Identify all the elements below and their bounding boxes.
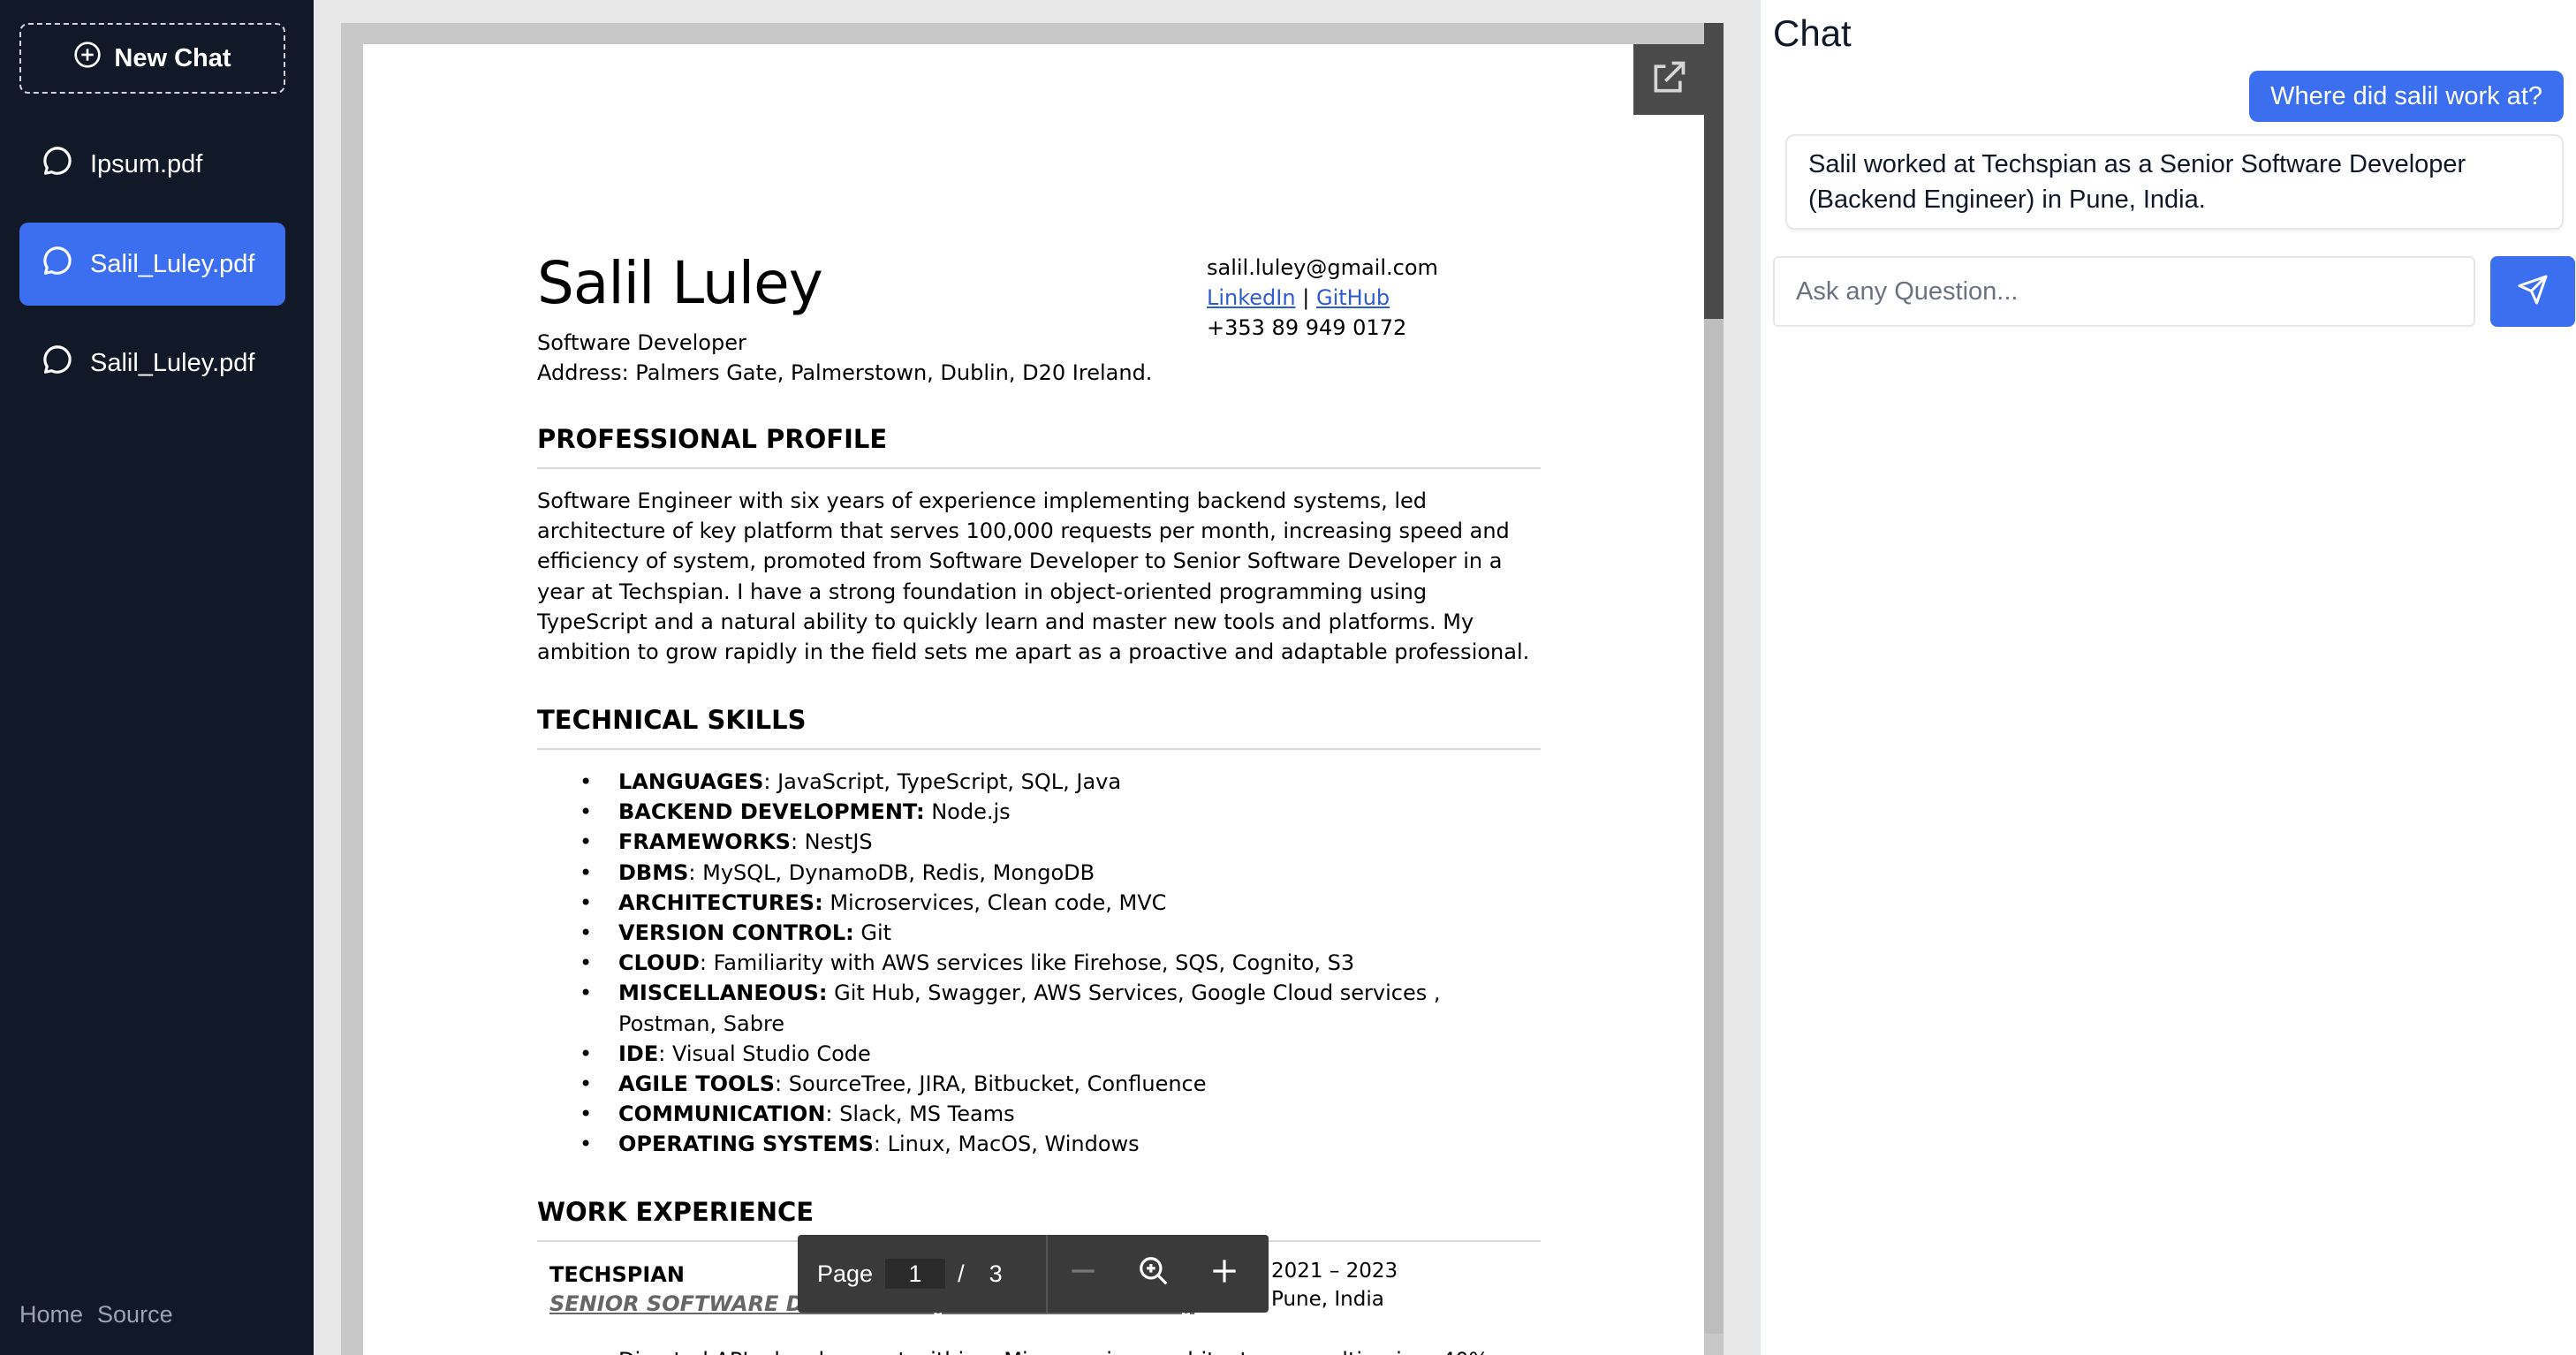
skill-item: AGILE TOOLS: SourceTree, JIRA, Bitbucket… bbox=[537, 1069, 1541, 1099]
linkedin-link[interactable]: LinkedIn bbox=[1207, 285, 1296, 310]
resume-phone: +353 89 949 0172 bbox=[1207, 315, 1407, 340]
user-message: Where did salil work at? bbox=[2249, 71, 2564, 122]
zoom-icon bbox=[1137, 1254, 1171, 1294]
chat-title: Chat bbox=[1773, 12, 1852, 54]
assistant-message: Salil worked at Techspian as a Senior So… bbox=[1785, 134, 2564, 230]
zoom-out-icon bbox=[1066, 1254, 1100, 1294]
skills-list: LANGUAGES: JavaScript, TypeScript, SQL, … bbox=[537, 767, 1541, 1160]
new-chat-button[interactable]: New Chat bbox=[19, 23, 285, 94]
send-button[interactable] bbox=[2490, 256, 2575, 327]
sidebar-item-salil-luley-pdf-active[interactable]: Salil_Luley.pdf bbox=[19, 223, 285, 306]
chat-bubble-icon bbox=[41, 244, 74, 284]
send-icon bbox=[2517, 274, 2549, 310]
new-chat-label: New Chat bbox=[114, 43, 231, 72]
zoom-in-button[interactable] bbox=[1189, 1235, 1260, 1313]
panel-divider[interactable] bbox=[1754, 0, 1761, 1355]
skill-item: FRAMEWORKS: NestJS bbox=[537, 827, 1541, 857]
job-dates: 2021 – 2023 bbox=[1271, 1260, 1398, 1283]
job-bullet: Directed APIs development within a Micro… bbox=[537, 1348, 1541, 1355]
zoom-button[interactable] bbox=[1118, 1235, 1189, 1313]
skill-item: COMMUNICATION: Slack, MS Teams bbox=[537, 1099, 1541, 1129]
chat-panel: Chat Where did salil work at? Salil work… bbox=[1761, 0, 2576, 1355]
profile-heading: PROFESSIONAL PROFILE bbox=[537, 424, 888, 454]
resume-email: salil.luley@gmail.com bbox=[1207, 255, 1438, 280]
link-separator: | bbox=[1302, 285, 1310, 310]
skill-item: VERSION CONTROL: Git bbox=[537, 918, 1541, 948]
zoom-in-icon bbox=[1208, 1254, 1241, 1294]
pdf-scrollbar-thumb[interactable] bbox=[1704, 23, 1724, 319]
skill-item: IDE: Visual Studio Code bbox=[537, 1039, 1541, 1069]
skill-item: BACKEND DEVELOPMENT: Node.js bbox=[537, 797, 1541, 827]
skill-item: ARCHITECTURES: Microservices, Clean code… bbox=[537, 888, 1541, 918]
question-input[interactable] bbox=[1773, 256, 2475, 327]
external-link-icon bbox=[1649, 58, 1688, 102]
work-heading: WORK EXPERIENCE bbox=[537, 1197, 814, 1227]
skills-heading: TECHNICAL SKILLS bbox=[537, 705, 807, 735]
pdf-page-toolbar: Page 1 / 3 bbox=[798, 1235, 1269, 1313]
job-location: Pune, India bbox=[1271, 1288, 1384, 1311]
section-divider bbox=[537, 748, 1541, 750]
pdf-scrollbar[interactable] bbox=[1704, 23, 1724, 1334]
resume-role: Software Developer bbox=[537, 330, 746, 355]
sidebar-footer: Home Source bbox=[19, 1301, 173, 1329]
resume-contact: salil.luley@gmail.com LinkedIn | GitHub … bbox=[1207, 253, 1438, 343]
page-separator: / bbox=[958, 1260, 965, 1287]
skill-item: OPERATING SYSTEMS: Linux, MacOS, Windows bbox=[537, 1129, 1541, 1159]
home-link[interactable]: Home bbox=[19, 1301, 83, 1329]
open-external-button[interactable] bbox=[1633, 44, 1704, 115]
page-number-input[interactable]: 1 bbox=[885, 1259, 946, 1289]
plus-circle-icon bbox=[73, 41, 102, 76]
page-indicator: Page 1 / 3 bbox=[798, 1235, 1048, 1313]
resume-links: LinkedIn | GitHub bbox=[1207, 283, 1438, 313]
zoom-out-button[interactable] bbox=[1048, 1235, 1118, 1313]
github-link[interactable]: GitHub bbox=[1316, 285, 1390, 310]
sidebar-item-label: Ipsum.pdf bbox=[90, 149, 203, 178]
source-link[interactable]: Source bbox=[97, 1301, 173, 1329]
pdf-page: Salil Luley Software Developer Address: … bbox=[363, 44, 1704, 1355]
profile-text: Software Engineer with six years of expe… bbox=[537, 488, 1530, 665]
skill-item: DBMS: MySQL, DynamoDB, Redis, MongoDB bbox=[537, 858, 1541, 888]
sidebar-item-ipsum-pdf[interactable]: Ipsum.pdf bbox=[19, 123, 285, 206]
chat-bubble-icon bbox=[41, 343, 74, 383]
sidebar-item-salil-luley-pdf[interactable]: Salil_Luley.pdf bbox=[19, 322, 285, 405]
skill-item: MISCELLANEOUS: Git Hub, Swagger, AWS Ser… bbox=[537, 978, 1541, 1038]
job-company: TECHSPIAN bbox=[549, 1262, 685, 1287]
chat-bubble-icon bbox=[41, 144, 74, 185]
section-divider bbox=[537, 467, 1541, 469]
page-label: Page bbox=[817, 1260, 874, 1287]
skill-item: LANGUAGES: JavaScript, TypeScript, SQL, … bbox=[537, 767, 1541, 797]
app-root: New Chat Ipsum.pdf Salil_Luley.pdf Salil… bbox=[0, 0, 2576, 1355]
total-pages: 3 bbox=[989, 1260, 1003, 1287]
sidebar-item-label: Salil_Luley.pdf bbox=[90, 348, 255, 377]
resume-name: Salil Luley bbox=[537, 249, 823, 317]
resume-address: Address: Palmers Gate, Palmerstown, Dubl… bbox=[537, 360, 1153, 385]
skill-item: CLOUD: Familiarity with AWS services lik… bbox=[537, 948, 1541, 978]
sidebar-item-label: Salil_Luley.pdf bbox=[90, 249, 255, 278]
sidebar: New Chat Ipsum.pdf Salil_Luley.pdf Salil… bbox=[0, 0, 314, 1355]
